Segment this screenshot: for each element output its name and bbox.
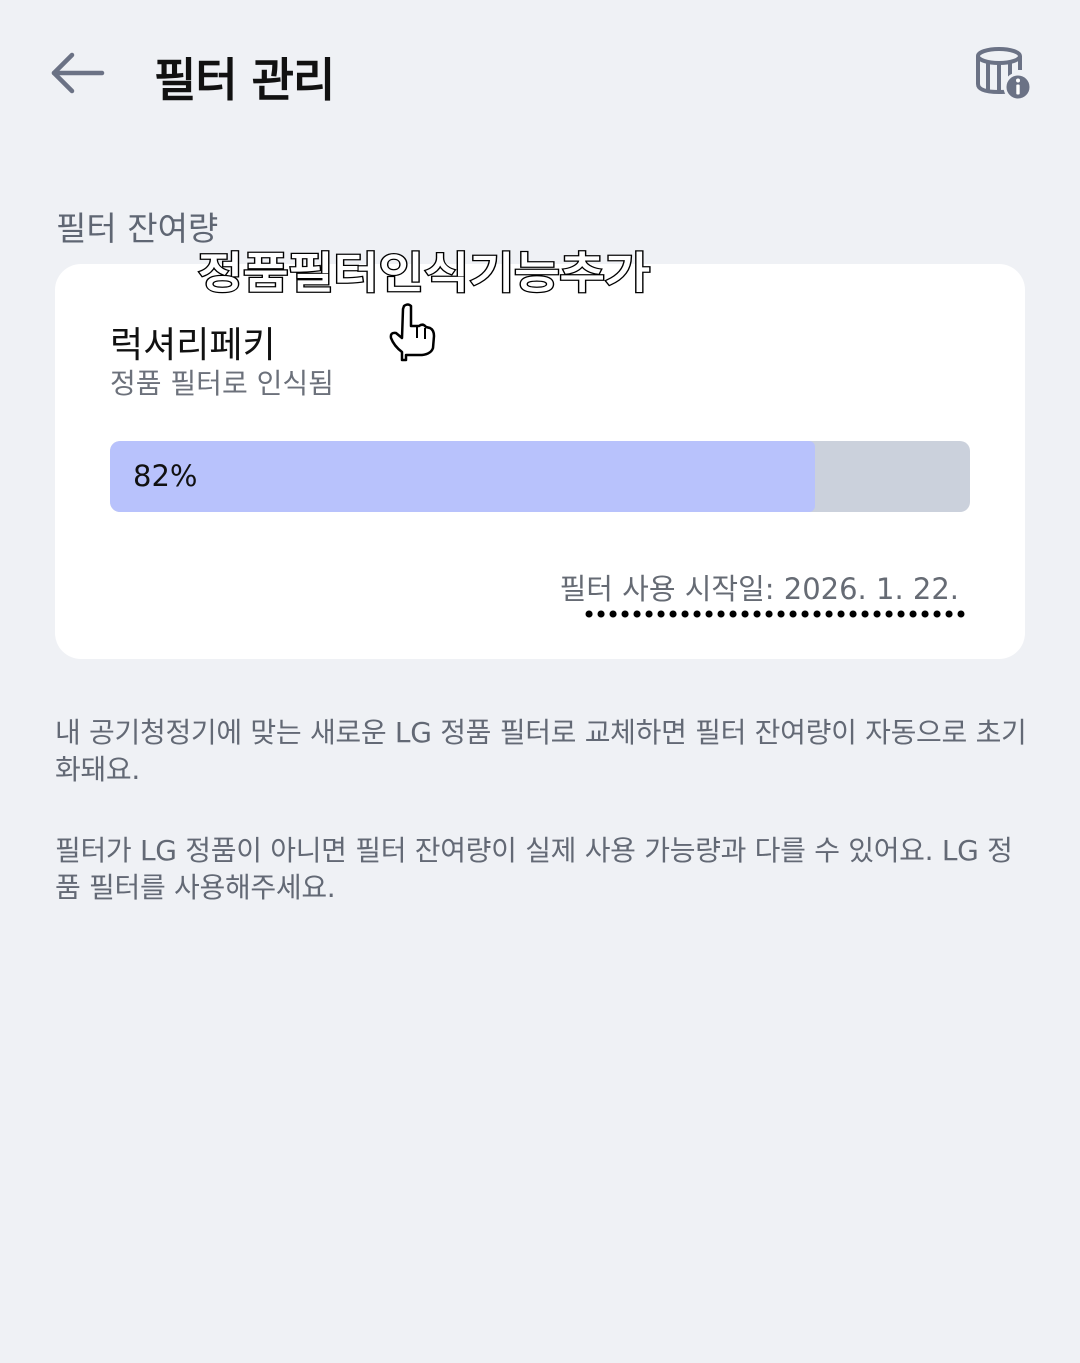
progress-fill: [110, 441, 816, 512]
filter-info-icon: [976, 47, 1033, 102]
description-text: 필터가 LG 정품이 아니면 필터 잔여량이 실제 사용 가능량과 다를 수 있…: [55, 834, 1013, 904]
filter-status: 정품 필터로 인식됨: [110, 367, 334, 400]
overlay-annotation-text: 정품필터인식기능추가: [198, 249, 650, 299]
description-text: 내 공기청정기에 맞는 새로운 LG 정품 필터로 교체하면 필터 잔여량이 자…: [55, 716, 1027, 786]
pointing-hand-icon: [389, 303, 436, 362]
overlay-annotation: 정품필터인식기능추가: [197, 248, 652, 301]
filter-start-date: 필터 사용 시작일: 2026. 1. 22.: [559, 572, 959, 606]
filter-progress-bar: 82%: [110, 441, 970, 512]
page-title: 필터 관리: [154, 53, 335, 107]
progress-percent: 82%: [133, 459, 198, 493]
filter-info-button[interactable]: [970, 44, 1036, 104]
filter-card: 럭셔리페키 정품 필터로 인식됨 82% 필터 사용 시작일: 2026. 1.…: [55, 264, 1025, 659]
app-header: 필터 관리: [0, 0, 1080, 150]
dotted-underline: [585, 610, 965, 618]
arrow-left-icon: [51, 52, 105, 94]
back-button[interactable]: [48, 50, 106, 96]
filter-name: 럭셔리페키: [110, 325, 276, 366]
